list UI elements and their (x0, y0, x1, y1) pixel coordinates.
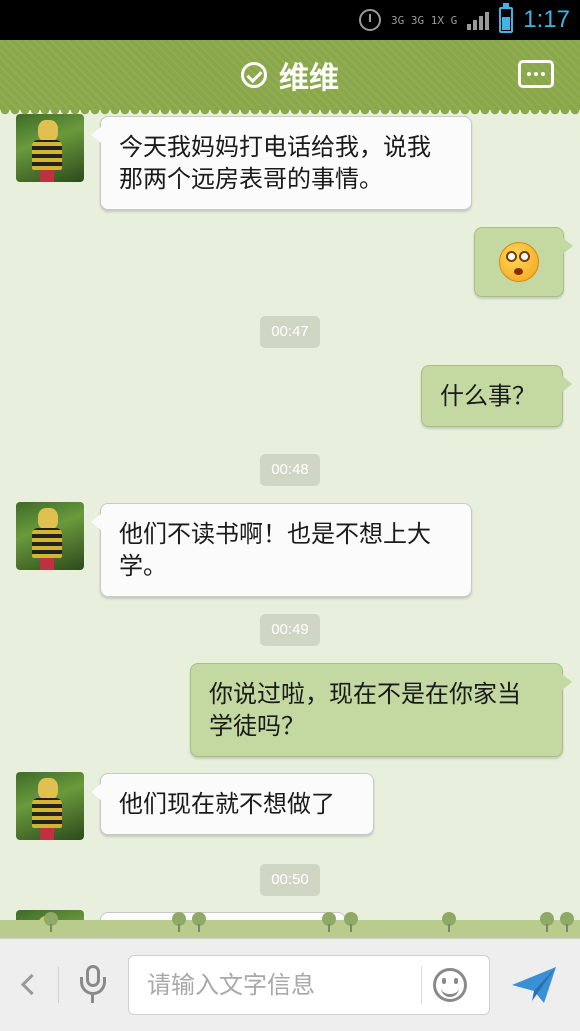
timestamp-chip: 00:48 (260, 454, 320, 486)
message-bubble-outgoing[interactable]: 你说过啦，现在不是在你家当学徒吗？ (190, 663, 572, 757)
message-bubble-incoming[interactable]: 他们不读书啊！也是不想上大学。 (91, 503, 472, 597)
message-input[interactable] (129, 956, 419, 1014)
dot-icon (541, 72, 545, 76)
send-button[interactable] (510, 963, 558, 1007)
chevron-left-icon[interactable] (18, 971, 34, 997)
input-bar (0, 938, 580, 1031)
message-list[interactable]: 今天我妈妈打电话给我，说我那两个远房表哥的事情。 00:47 什么事？ 00:4… (0, 110, 580, 938)
message-input-field (128, 955, 490, 1015)
contact-avatar[interactable] (16, 772, 84, 840)
signal-icon (467, 10, 490, 30)
message-bubble-incoming[interactable]: 他们现在就不想做了 (91, 773, 374, 835)
contact-avatar[interactable] (16, 114, 84, 182)
dot-icon (534, 72, 538, 76)
network-indicator: 3G 3G 1X G (391, 13, 458, 27)
check-circle-icon (241, 62, 267, 88)
contact-avatar[interactable] (16, 502, 84, 570)
surprised-face-icon (499, 242, 539, 282)
background-scenery (0, 895, 580, 938)
dot-icon (527, 72, 531, 76)
more-options-button[interactable] (518, 60, 554, 88)
microphone-icon[interactable] (78, 965, 108, 1005)
message-bubble-outgoing[interactable] (474, 227, 573, 297)
timestamp-chip: 00:47 (260, 316, 320, 348)
status-time: 1:17 (523, 6, 570, 33)
timestamp-chip: 00:50 (260, 864, 320, 896)
message-bubble-incoming[interactable]: 今天我妈妈打电话给我，说我那两个远房表哥的事情。 (91, 116, 472, 210)
divider (421, 966, 422, 1004)
chat-title: 维维 (279, 61, 339, 96)
message-bubble-outgoing[interactable]: 什么事？ (421, 365, 572, 427)
smiley-icon[interactable] (433, 968, 467, 1002)
alarm-icon (359, 9, 382, 31)
send-arrow-icon (512, 967, 556, 1003)
status-bar: 3G 3G 1X G 1:17 (0, 0, 580, 40)
timestamp-chip: 00:49 (260, 614, 320, 646)
chat-header: 维维 (0, 40, 580, 110)
divider (58, 967, 59, 1003)
header-scallop-edge (0, 110, 580, 118)
battery-icon (499, 3, 514, 33)
